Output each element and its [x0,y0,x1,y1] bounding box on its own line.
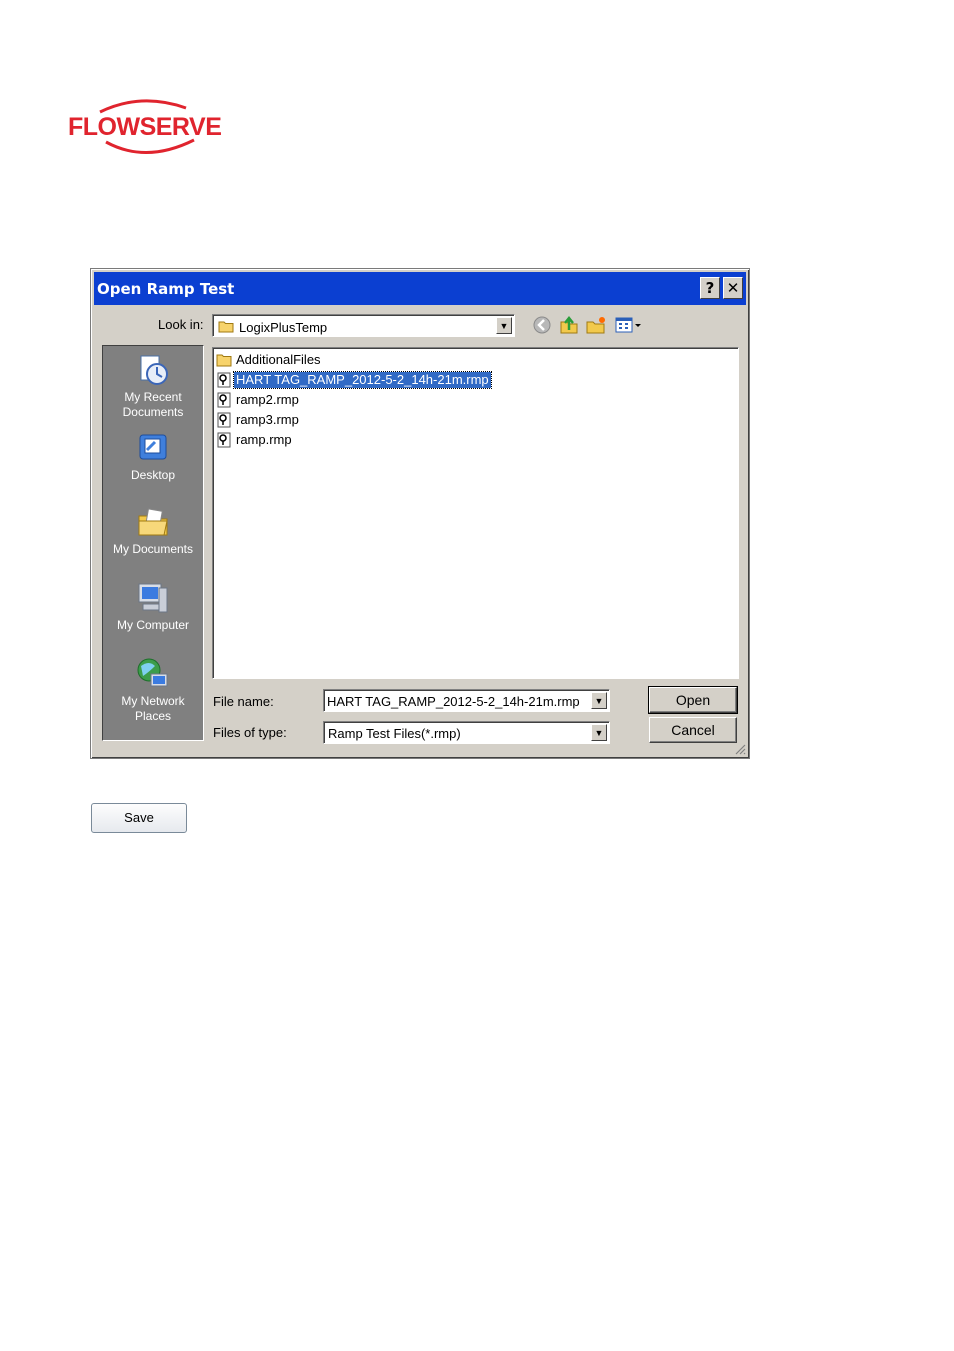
open-ramp-test-dialog: Open Ramp Test ? ✕ Look in: LogixPlusTem… [90,268,750,759]
desktop-icon [139,434,167,460]
up-folder-icon[interactable] [558,315,580,335]
file-name: ramp3.rmp [236,412,299,427]
file-name: ramp.rmp [236,432,292,447]
open-button[interactable]: Open [648,686,738,714]
rmp-file-icon [217,432,231,448]
rmp-file-icon [217,392,231,408]
network-places-icon [137,658,168,687]
folder-icon [216,354,232,367]
logo-text: FLOWSERVE [68,113,222,141]
close-button[interactable]: ✕ [723,277,743,299]
place-my-documents[interactable]: My Documents [103,504,203,557]
rmp-file-icon [217,372,231,388]
files-of-type-label: Files of type: [213,725,287,740]
views-menu-icon[interactable] [614,315,642,335]
my-computer-icon [138,583,168,613]
rmp-file-icon [217,412,231,428]
place-label: My Computer [116,618,190,632]
recent-documents-icon [140,355,168,385]
file-name-field[interactable]: HART TAG_RAMP_2012-5-2_14h-21m.rmp ▼ [323,689,610,712]
file-name-label: File name: [213,694,274,709]
folder-icon [218,321,234,333]
title-bar[interactable]: Open Ramp Test ? ✕ [94,272,746,305]
place-label: Desktop [130,468,176,482]
help-button[interactable]: ? [700,277,720,299]
file-name: HART TAG_RAMP_2012-5-2_14h-21m.rmp [233,371,492,389]
look-in-dropdown[interactable]: LogixPlusTemp ▼ [212,314,515,337]
place-label: My Recent Documents [122,390,184,419]
dialog-title: Open Ramp Test [97,280,235,298]
place-my-computer[interactable]: My Computer [103,580,203,633]
file-list[interactable]: AdditionalFiles HART TAG_RAMP_2012-5-2_1… [212,347,739,679]
file-name: AdditionalFiles [236,352,321,367]
save-button[interactable]: Save [91,803,187,833]
cancel-button[interactable]: Cancel [649,717,737,743]
places-bar: My Recent Documents Desktop My Documents [102,345,204,741]
place-label: My Documents [112,542,194,556]
place-desktop[interactable]: Desktop [103,430,203,483]
new-folder-icon[interactable] [585,315,607,335]
place-label: My Network Places [121,694,185,723]
my-documents-icon [138,508,168,536]
files-of-type-dropdown[interactable]: Ramp Test Files(*.rmp) ▼ [323,721,610,744]
files-of-type-value: Ramp Test Files(*.rmp) [328,726,461,741]
chevron-down-icon[interactable]: ▼ [591,724,607,741]
back-icon[interactable] [531,315,553,335]
chevron-down-icon[interactable]: ▼ [496,317,512,334]
chevron-down-icon[interactable]: ▼ [591,692,607,709]
place-my-recent-documents[interactable]: My Recent Documents [103,352,203,420]
resize-grip-icon[interactable] [734,743,746,755]
look-in-label: Look in: [158,317,204,332]
file-name: ramp2.rmp [236,392,299,407]
place-my-network-places[interactable]: My Network Places [103,656,203,724]
flowserve-logo: FLOWSERVE [66,98,222,156]
look-in-value: LogixPlusTemp [239,320,328,335]
file-name-value: HART TAG_RAMP_2012-5-2_14h-21m.rmp [327,694,580,709]
